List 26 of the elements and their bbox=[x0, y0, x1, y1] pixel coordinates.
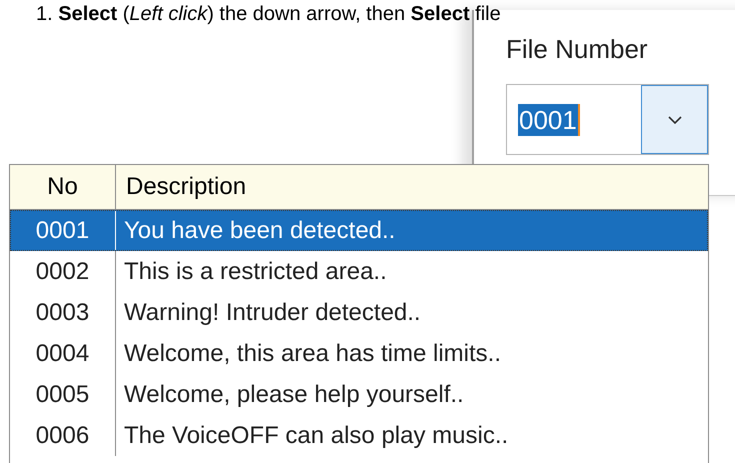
list-row[interactable]: 0005 Welcome, please help yourself.. bbox=[10, 374, 708, 415]
list-row[interactable]: 0001 You have been detected.. bbox=[10, 210, 708, 251]
row-number: 0001 bbox=[10, 210, 116, 251]
dropdown-button[interactable] bbox=[641, 85, 708, 154]
instruction-text: 1. Select (Left click) the down arrow, then Select file bbox=[36, 2, 501, 27]
row-description: You have been detected.. bbox=[123, 216, 396, 246]
field-label: File Number bbox=[506, 33, 649, 66]
file-number-combo[interactable]: 0001 bbox=[506, 84, 709, 155]
list-row[interactable]: 0002 This is a restricted area.. bbox=[10, 251, 708, 292]
row-number: 0003 bbox=[10, 292, 116, 333]
row-description: The VoiceOFF can also play music.. bbox=[123, 420, 508, 450]
list-row[interactable]: 0006 The VoiceOFF can also play music.. bbox=[10, 415, 708, 456]
row-description: Warning! Intruder detected.. bbox=[123, 298, 421, 328]
column-header: Description bbox=[125, 172, 248, 202]
combo-value: 0001 bbox=[518, 104, 580, 136]
row-number: 0005 bbox=[10, 374, 116, 415]
column-header: No bbox=[10, 165, 116, 209]
list-row[interactable]: 0003 Warning! Intruder detected.. bbox=[10, 292, 708, 333]
list-row[interactable]: 0004 Welcome, this area has time limits.. bbox=[10, 333, 708, 374]
row-description: Welcome, please help yourself.. bbox=[123, 380, 464, 410]
row-number: 0004 bbox=[10, 333, 116, 374]
row-description: This is a restricted area.. bbox=[123, 256, 387, 286]
row-description: Welcome, this area has time limits.. bbox=[123, 338, 502, 368]
chevron-down-icon bbox=[668, 116, 682, 124]
row-number: 0006 bbox=[10, 415, 116, 456]
row-number: 0002 bbox=[10, 251, 116, 292]
